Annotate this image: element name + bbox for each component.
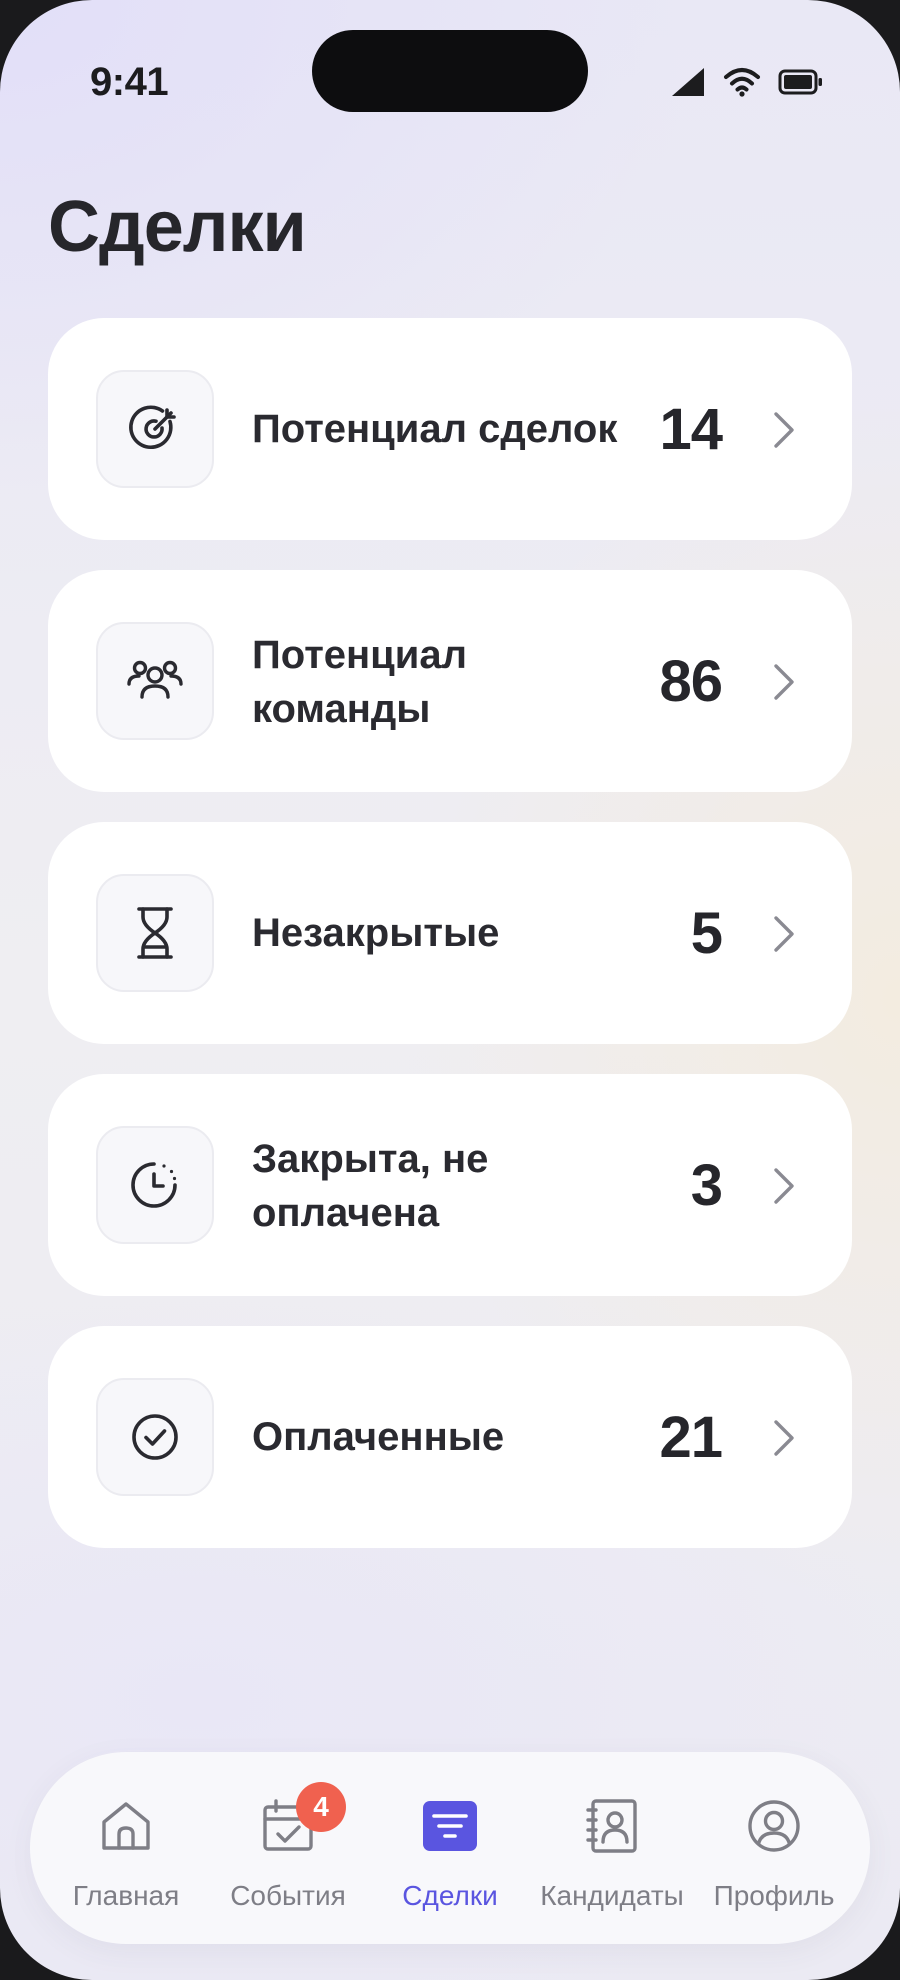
deal-card-open[interactable]: Незакрытые 5 [48, 822, 852, 1044]
tab-home[interactable]: Главная [46, 1752, 206, 1944]
card-icon-box [96, 1378, 214, 1496]
tab-events[interactable]: 4 События [208, 1752, 368, 1944]
tab-label: События [230, 1880, 346, 1911]
tab-candidates[interactable]: Кандидаты [532, 1752, 692, 1944]
filter-list-icon [423, 1801, 477, 1851]
chevron-right-icon [774, 412, 794, 448]
card-count: 21 [659, 1405, 723, 1470]
deal-card-closed-unpaid[interactable]: Закрыта, не оплачена 3 [48, 1074, 852, 1296]
card-count: 14 [659, 397, 723, 462]
tab-label: Сделки [402, 1880, 498, 1911]
check-circle-icon [132, 1414, 178, 1460]
card-icon-box [96, 874, 214, 992]
tab-label: Кандидаты [540, 1880, 684, 1911]
dynamic-island [312, 30, 588, 112]
card-label: Закрыта, не оплачена [252, 1137, 489, 1235]
card-label: Потенциал команды [252, 633, 468, 731]
home-icon [102, 1802, 150, 1850]
tab-profile[interactable]: Профиль [694, 1752, 854, 1944]
page-title: Сделки [48, 187, 307, 267]
card-count: 86 [659, 649, 723, 714]
tab-label: Главная [72, 1880, 180, 1911]
wifi-icon [724, 68, 760, 97]
card-count: 5 [690, 901, 723, 966]
notification-badge: 4 [296, 1782, 346, 1832]
battery-icon [778, 69, 822, 95]
card-icon-box [96, 622, 214, 740]
clock-pending-icon [131, 1162, 177, 1208]
card-label: Незакрытые [252, 911, 500, 955]
card-count: 3 [690, 1153, 723, 1218]
target-icon [129, 405, 176, 450]
bottom-tab-bar: Главная 4 События Сделки Кандидаты Профи… [30, 1752, 870, 1944]
status-time: 9:41 [90, 60, 169, 104]
contacts-book-icon [586, 1799, 637, 1853]
chevron-right-icon [774, 916, 794, 952]
chevron-right-icon [774, 1420, 794, 1456]
card-label: Потенциал сделок [252, 407, 618, 451]
chevron-right-icon [774, 1168, 794, 1204]
team-icon [127, 660, 183, 699]
deal-card-paid[interactable]: Оплаченные 21 [48, 1326, 852, 1548]
card-icon-box [96, 370, 214, 488]
hourglass-icon [137, 907, 173, 959]
tab-label: Профиль [713, 1880, 835, 1911]
card-label: Оплаченные [252, 1415, 505, 1459]
deal-card-potential-deals[interactable]: Потенциал сделок 14 [48, 318, 852, 540]
status-icons [670, 66, 824, 98]
chevron-right-icon [774, 664, 794, 700]
deal-card-team-potential[interactable]: Потенциал команды 86 [48, 570, 852, 792]
card-icon-box [96, 1126, 214, 1244]
cellular-signal-icon [672, 68, 704, 96]
phone-screen: 9:41 Сделки Потенциал сделок 14 Потенциа… [0, 0, 900, 1980]
tab-deals[interactable]: Сделки [370, 1752, 530, 1944]
user-circle-icon [748, 1800, 800, 1852]
